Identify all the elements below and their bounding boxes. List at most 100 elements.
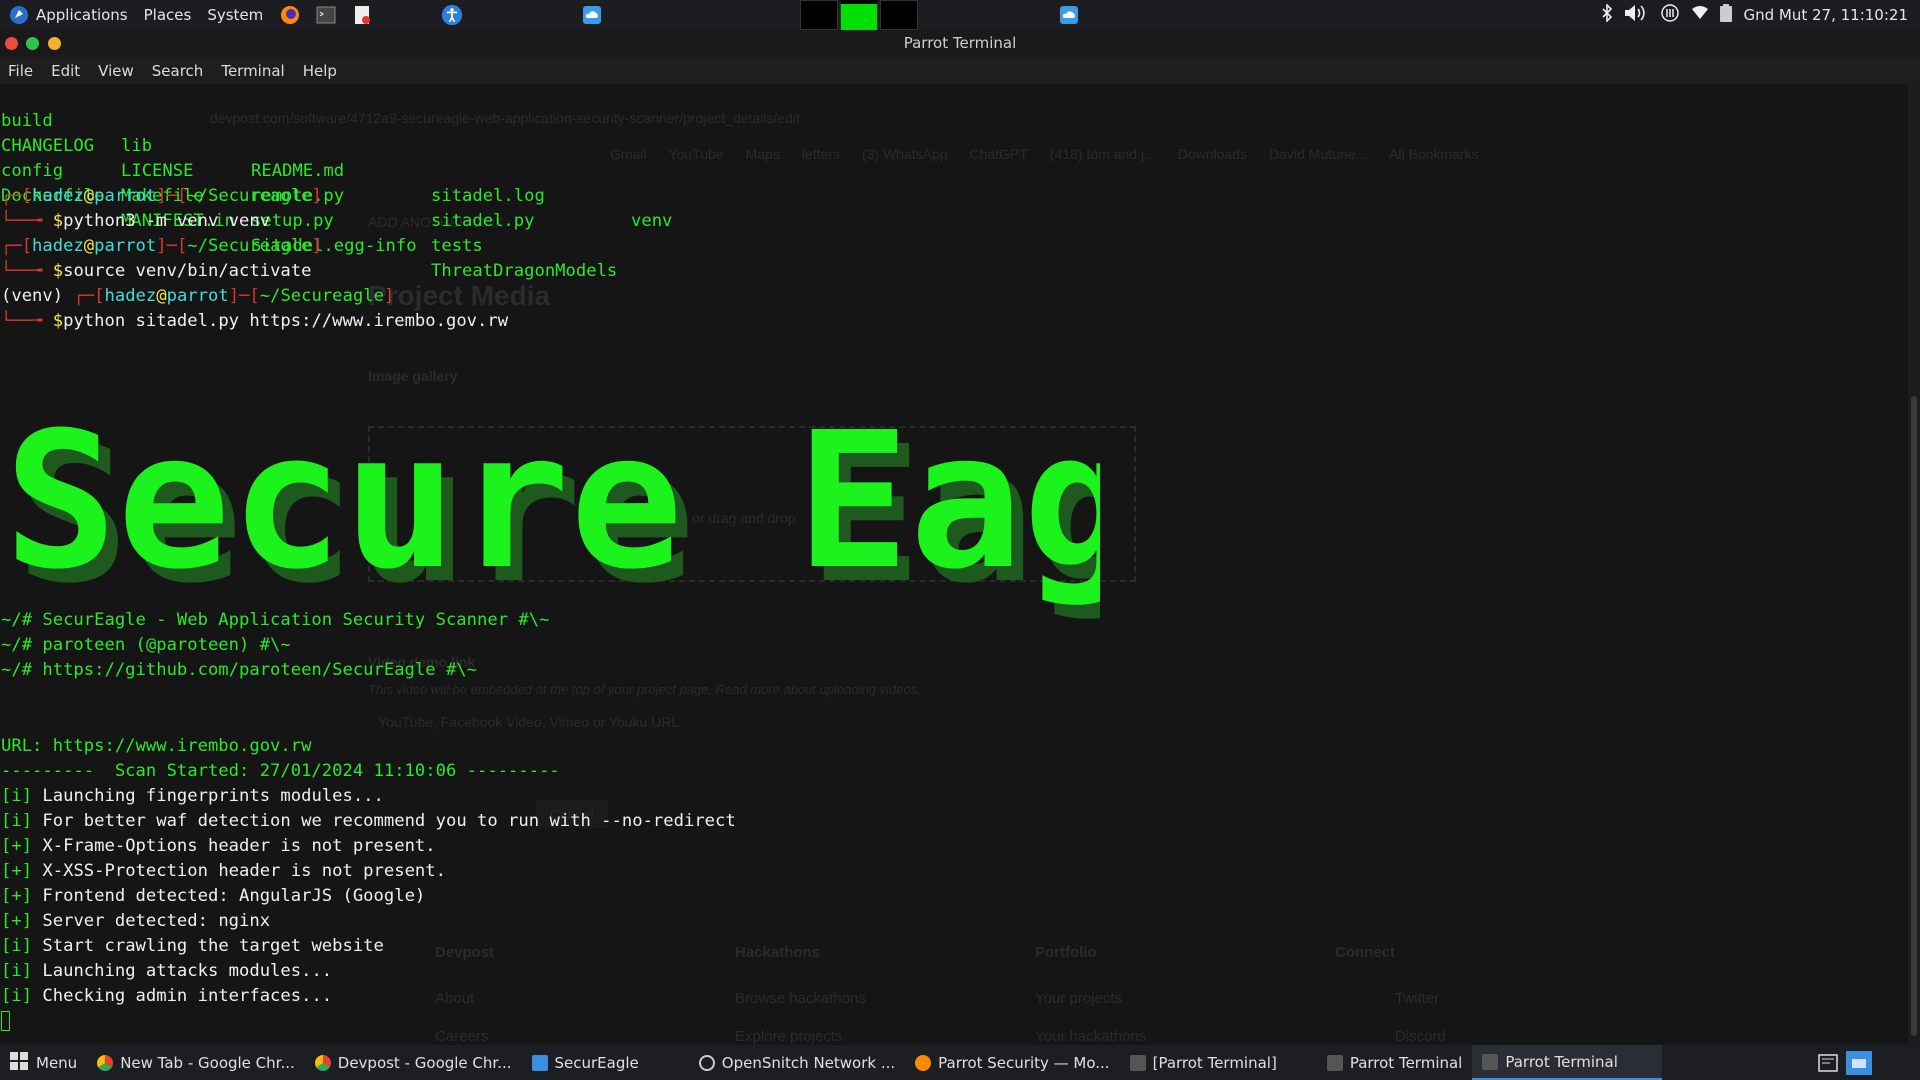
volume-icon[interactable] — [1623, 3, 1649, 27]
log-text: Frontend detected: AngularJS (Google) — [42, 886, 426, 906]
ghost-footer-devpost: Devpost — [435, 944, 495, 961]
workspace-3[interactable] — [880, 0, 918, 30]
system-tray: Gnd Mut 27, 11:10:21 — [1601, 0, 1908, 30]
maximize-window-button[interactable] — [48, 37, 61, 50]
log-text: Checking admin interfaces... — [42, 986, 333, 1006]
task-opensnitch[interactable]: OpenSnitch Network ... — [689, 1045, 905, 1080]
wifi-icon[interactable] — [1691, 6, 1709, 24]
command-text: python3 -m venv venv — [63, 211, 271, 231]
prompt-line: ┌─[hadez@parrot]─[~/Secureagle] — [1, 236, 322, 256]
log-line: [+] Server detected: nginx — [1, 909, 270, 934]
log-text: For better waf detection we recommend yo… — [42, 811, 736, 831]
ghost-footer-link: Your hackathons — [1035, 1028, 1147, 1045]
log-line: [+] Frontend detected: AngularJS (Google… — [1, 884, 425, 909]
ghost-footer-link: Browse hackathons — [735, 990, 866, 1007]
workspace-switcher[interactable] — [800, 0, 918, 33]
task-devpost-chrome[interactable]: Devpost - Google Chr... — [305, 1045, 522, 1080]
terminal-icon — [1326, 1054, 1343, 1071]
window-title: Parrot Terminal — [0, 30, 1920, 57]
ghost-bookmark: (3) WhatsApp — [861, 146, 948, 162]
prompt-user: hadez — [32, 236, 84, 256]
task-parrot-terminal-2[interactable]: Parrot Terminal — [1317, 1045, 1473, 1080]
log-tag: [i] — [1, 786, 33, 806]
workspace-2[interactable] — [840, 0, 878, 33]
menu-label: Menu — [36, 1053, 78, 1072]
log-tag: [i] — [1, 811, 33, 831]
top-panel: Applications Places System Gnd Mut 27, 1… — [0, 0, 1920, 33]
menu-help[interactable]: Help — [303, 62, 337, 80]
task-parrot-terminal-1[interactable]: [Parrot Terminal] — [1120, 1045, 1287, 1080]
log-text: Start crawling the target website — [42, 936, 384, 956]
menu-file[interactable]: File — [8, 62, 33, 80]
task-label: Parrot Terminal — [1349, 1053, 1463, 1072]
prompt-line: (venv) ┌─[hadez@parrot]─[~/Secureagle] — [1, 286, 395, 306]
terminal-icon — [1129, 1054, 1146, 1071]
taskbar: Menu New Tab - Google Chr... Devpost - G… — [0, 1045, 1920, 1080]
scrollbar-thumb[interactable] — [1911, 396, 1917, 1036]
grid-menu-icon — [10, 1051, 28, 1074]
applications-menu[interactable]: Applications — [0, 0, 136, 30]
log-line: [i] Launching fingerprints modules... — [1, 784, 384, 809]
banner-text: Secure Eagle — [4, 414, 1100, 611]
text-editor-launcher-icon[interactable] — [351, 4, 373, 26]
url-line: URL: https://www.irembo.gov.rw — [1, 736, 312, 756]
menu-search[interactable]: Search — [152, 62, 204, 80]
log-tag: [i] — [1, 961, 33, 981]
start-menu-button[interactable]: Menu — [0, 1045, 87, 1080]
show-desktop-icon[interactable] — [1818, 1054, 1838, 1076]
ls-entry: README.md — [251, 161, 345, 181]
accessibility-icon[interactable] — [441, 4, 463, 26]
task-label: New Tab - Google Chr... — [120, 1053, 295, 1072]
workspace-1[interactable] — [800, 0, 838, 30]
cloud-tray-icon[interactable] — [1058, 4, 1080, 26]
system-menu[interactable]: System — [199, 0, 271, 30]
terminal-launcher-icon[interactable] — [315, 4, 337, 26]
battery-icon[interactable] — [1719, 4, 1733, 26]
minimize-window-button[interactable] — [26, 37, 39, 50]
terminal-scrollbar[interactable] — [1908, 84, 1920, 1045]
command-line: └──╼ $python sitadel.py https://www.irem… — [1, 311, 509, 331]
opensnitch-icon — [698, 1054, 715, 1071]
close-window-button[interactable] — [5, 37, 18, 50]
clock[interactable]: Gnd Mut 27, 11:10:21 — [1743, 6, 1908, 24]
terminal-output[interactable]: devpost.com/software/4712a9-secureagle-w… — [0, 84, 1908, 1045]
ghost-bookmark: David Mutune... — [1268, 146, 1368, 162]
task-parrot-terminal-3[interactable]: Parrot Terminal — [1472, 1045, 1663, 1080]
menu-edit[interactable]: Edit — [51, 62, 80, 80]
log-line: [i] Start crawling the target website — [1, 934, 384, 959]
ls-row: Dockerfile MANIFEST.in Sitadel.egg-info … — [1, 159, 617, 281]
ghost-footer-connect: Connect — [1335, 944, 1395, 961]
places-menu[interactable]: Places — [136, 0, 200, 30]
workspace-tray-icon[interactable] — [1846, 1051, 1872, 1075]
ls-entry: sitadel.log — [431, 186, 545, 206]
ls-entry: tests — [431, 236, 483, 256]
log-text: Launching attacks modules... — [42, 961, 333, 981]
task-securEagle-folder[interactable]: SecurEagle — [522, 1045, 649, 1080]
log-line: [i] For better waf detection we recommen… — [1, 809, 736, 834]
cloud-app-icon[interactable] — [581, 4, 603, 26]
command-text: python sitadel.py https://www.irembo.gov… — [63, 311, 509, 331]
task-label: Devpost - Google Chr... — [337, 1053, 512, 1072]
ls-entry: LICENSE — [121, 161, 194, 181]
task-firefox[interactable]: Parrot Security — Mo... — [905, 1045, 1119, 1080]
log-text: Launching fingerprints modules... — [42, 786, 384, 806]
firefox-launcher-icon[interactable] — [279, 4, 301, 26]
command-text: source venv/bin/activate — [63, 261, 312, 281]
ghost-footer-link: Explore projects — [735, 1028, 843, 1045]
task-new-tab-chrome[interactable]: New Tab - Google Chr... — [87, 1045, 305, 1080]
ls-row: build lib README.md sitadel.log venv — [1, 84, 672, 231]
ghost-project-media: Project Media — [368, 280, 551, 311]
log-tag: [+] — [1, 861, 33, 881]
network-status-icon[interactable] — [1659, 4, 1681, 26]
task-label: SecurEagle — [554, 1053, 639, 1072]
menu-terminal[interactable]: Terminal — [221, 62, 284, 80]
ghost-url: devpost.com/software/4712a9-secureagle-w… — [210, 110, 800, 126]
terminal-icon — [1482, 1053, 1499, 1070]
menu-view[interactable]: View — [98, 62, 134, 80]
bluetooth-icon[interactable] — [1601, 3, 1613, 26]
ghost-bookmark: letters — [801, 146, 840, 162]
prompt-user: hadez — [104, 286, 157, 306]
log-line: [i] Checking admin interfaces... — [1, 984, 332, 1009]
folder-icon — [531, 1054, 548, 1071]
scan-started-line: --------- Scan Started: 27/01/2024 11:10… — [1, 761, 560, 781]
